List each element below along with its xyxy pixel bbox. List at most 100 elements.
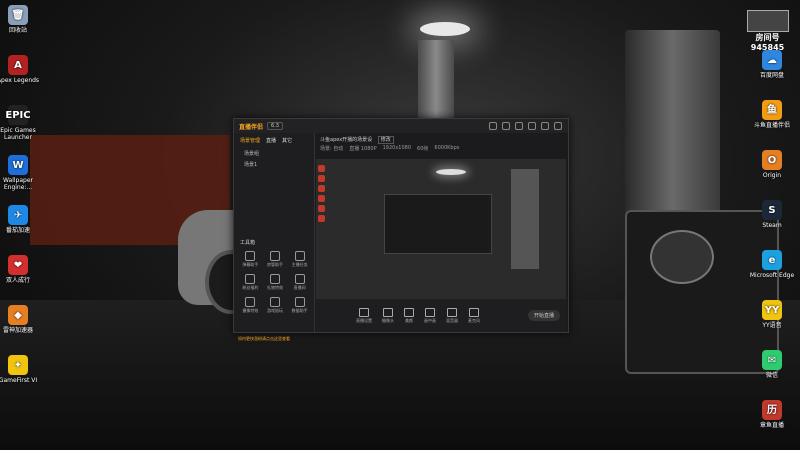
toolbar-label: 混音器 xyxy=(446,317,458,323)
tool-icon xyxy=(294,251,305,261)
maximize-icon[interactable] xyxy=(541,122,549,130)
app-titlebar[interactable]: 直播伴侣 6.3 xyxy=(234,119,568,133)
tool-button[interactable]: 数据助手 xyxy=(287,297,312,314)
tool-label: 礼物特效 xyxy=(266,285,283,290)
app-icon: A xyxy=(8,55,28,75)
toolbar-button[interactable]: 画中画 xyxy=(424,307,436,324)
toolbar-button[interactable]: 混音器 xyxy=(446,307,458,324)
streaming-app-window[interactable]: 直播伴侣 6.3 场景管理 直播 其它 场景组 场景1 工具箱 弹幕助手 房管助手… xyxy=(233,118,569,341)
preview-meta: 场景: 自动 直播 1080P 1920x1080 60帧 6000Kbps xyxy=(316,143,566,154)
scene-group[interactable]: 场景组 xyxy=(234,148,314,159)
preview-header: 斗鱼apex开播的场景设 修改 场景: 自动 直播 1080P 1920x1080 6… xyxy=(316,133,566,155)
desktop-icon[interactable]: ✦ GameFirst VI xyxy=(0,355,44,384)
start-live-button[interactable]: 开始直播 xyxy=(527,310,560,321)
tool-button[interactable]: 直播间 xyxy=(287,274,312,291)
message-icon[interactable] xyxy=(502,122,510,130)
preview-desktop-icons xyxy=(318,165,326,225)
app-logo: 直播伴侣 xyxy=(239,123,264,131)
toolbar-label: 美颜 xyxy=(405,317,413,323)
toolbar-icon xyxy=(383,307,393,317)
desktop-icon[interactable]: ✉ 微信 xyxy=(746,350,798,379)
tab-other[interactable]: 其它 xyxy=(282,137,292,144)
desktop-icon-label: Epic Games Launcher xyxy=(0,127,36,141)
scene-item[interactable]: 场景1 xyxy=(234,159,314,170)
minimize-icon[interactable] xyxy=(528,122,536,130)
desktop-icon[interactable]: ☁ 百度网盘 xyxy=(746,50,798,79)
tool-icon xyxy=(245,297,256,307)
desktop-icon-label: Origin xyxy=(762,172,782,179)
toolbar-icon xyxy=(359,307,369,317)
desktop-icon[interactable]: W Wallpaper Engine:... xyxy=(0,155,44,191)
scene-panel: 场景管理 直播 其它 场景组 场景1 工具箱 弹幕助手 房管助手 主播任务 粉丝福利 礼… xyxy=(234,133,315,341)
desktop-icon-label: Steam xyxy=(762,222,782,229)
desktop-icon-label: 回收站 xyxy=(8,27,27,34)
toolbar-icon xyxy=(447,307,457,317)
desktop-icon[interactable]: YY YY语音 xyxy=(746,300,798,329)
tool-label: 弹幕助手 xyxy=(242,262,259,267)
app-icon: S xyxy=(762,200,782,220)
tool-label: 直播间 xyxy=(293,285,306,290)
close-icon[interactable] xyxy=(554,122,562,130)
tool-icon xyxy=(294,297,305,307)
tool-icon xyxy=(269,274,280,284)
app-icon: ❤ xyxy=(8,255,28,275)
tool-icon xyxy=(269,251,280,261)
app-icon: 🗑 xyxy=(8,5,28,25)
desktop-icon[interactable]: e Microsoft Edge xyxy=(746,250,798,279)
tool-button[interactable]: 房管助手 xyxy=(263,251,288,268)
desktop-icon[interactable]: S Steam xyxy=(746,200,798,229)
toolbar-icon xyxy=(404,307,414,317)
preview-edit-tag[interactable]: 修改 xyxy=(377,136,394,144)
tool-button[interactable]: 摄像特效 xyxy=(238,297,263,314)
tool-label: 主播任务 xyxy=(291,262,308,267)
preview-meta-item: 直播 1080P xyxy=(349,146,377,152)
watermark-line1: 房间号 xyxy=(755,33,780,42)
toolbar-button[interactable]: 美颜 xyxy=(404,307,414,324)
toolbar-button[interactable]: 摄像头 xyxy=(382,307,394,324)
toolbar-label: 摄像头 xyxy=(382,317,394,323)
preview-icon xyxy=(318,205,325,212)
preview-icon xyxy=(318,215,325,222)
live-preview[interactable] xyxy=(316,159,566,299)
tab-scene[interactable]: 场景管理 xyxy=(240,137,260,144)
app-icon: ✈ xyxy=(8,205,28,225)
tool-button[interactable]: 游戏陪玩 xyxy=(263,297,288,314)
desktop-icon-label: 番茄加速 xyxy=(5,227,30,234)
tools-grid: 弹幕助手 房管助手 主播任务粉丝福利 礼物特效 直播间摄像特效 游戏陪玩 数据助手 xyxy=(238,251,312,314)
tool-button[interactable]: 主播任务 xyxy=(287,251,312,268)
desktop-icon[interactable]: O Origin xyxy=(746,150,798,179)
avatar-icon[interactable] xyxy=(489,122,497,130)
desktop-icon[interactable]: 历章鱼直播 xyxy=(746,400,798,429)
desktop-icon[interactable]: ❤ 双人成行 xyxy=(0,255,44,284)
preview-light xyxy=(436,169,466,175)
tool-button[interactable]: 弹幕助手 xyxy=(238,251,263,268)
desktop-icon[interactable]: ◆ 雷神加速器 xyxy=(0,305,44,334)
app-icon: EPIC xyxy=(5,105,31,125)
desktop-icon-label: 斗鱼直播伴侣 xyxy=(753,122,790,129)
tab-live[interactable]: 直播 xyxy=(266,137,276,144)
desktop-icon-label: 微信 xyxy=(765,372,778,379)
notice-text[interactable]: 如何更快涨粉请点击这里查看 xyxy=(238,336,290,342)
desktop-icon-label: 百度网盘 xyxy=(759,72,784,79)
desktop-icon-label: Microsoft Edge xyxy=(749,272,795,279)
desktop-icon[interactable]: 鱼斗鱼直播伴侣 xyxy=(746,100,798,129)
preview-meta-item: 1920x1080 xyxy=(382,145,412,151)
toolbar-label: 画中画 xyxy=(424,317,436,323)
toolbar-button[interactable]: 直播设置 xyxy=(356,307,372,324)
preview-icon xyxy=(318,185,325,192)
window-controls xyxy=(489,122,562,130)
desktop-icon-label: YY语音 xyxy=(762,322,782,329)
desktop-icon[interactable]: ✈ 番茄加速 xyxy=(0,205,44,234)
desktop-icon-label: GameFirst VI xyxy=(0,377,38,384)
desktop-icon[interactable]: 🗑 回收站 xyxy=(0,5,44,34)
tool-button[interactable]: 粉丝福利 xyxy=(238,274,263,291)
desktop-icon[interactable]: EPIC Epic Games Launcher xyxy=(0,105,44,141)
desktop-icon[interactable]: A Apex Legends xyxy=(0,55,44,84)
toolbar-icon xyxy=(469,307,479,317)
app-version[interactable]: 6.3 xyxy=(267,122,283,130)
tool-button[interactable]: 礼物特效 xyxy=(263,274,288,291)
toolbar-button[interactable]: 麦克风 xyxy=(468,307,480,324)
desktop-icon-label: 雷神加速器 xyxy=(2,327,33,334)
settings-icon[interactable] xyxy=(515,122,523,130)
app-icon: 历 xyxy=(762,400,782,420)
